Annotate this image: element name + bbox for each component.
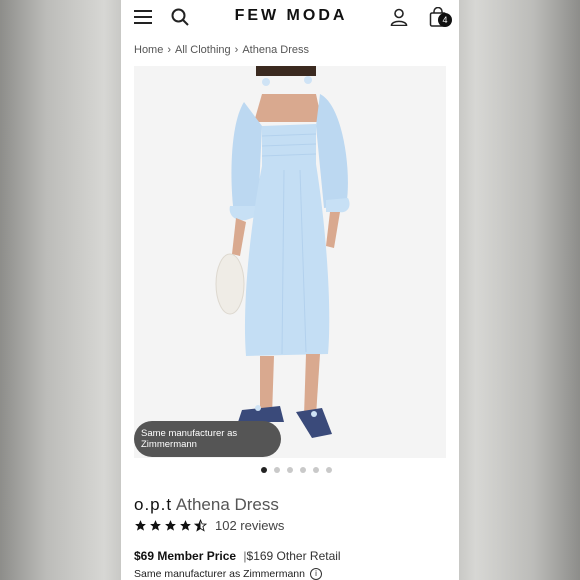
image-carousel-dots [121, 467, 459, 473]
breadcrumb-home[interactable]: Home [134, 44, 163, 56]
retail-price: $169 Other Retail [246, 549, 341, 563]
carousel-dot[interactable] [273, 467, 280, 473]
breadcrumb-current: Athena Dress [242, 44, 309, 56]
product-image[interactable] [134, 66, 446, 458]
product-name: Athena Dress [175, 495, 279, 514]
star-icon [135, 520, 146, 531]
chevron-right-icon: › [234, 44, 239, 56]
breadcrumb-all-clothing[interactable]: All Clothing [175, 44, 231, 56]
review-count[interactable]: 102 reviews [215, 518, 284, 533]
carousel-dot[interactable] [325, 467, 332, 473]
site-logo[interactable]: FEW MODA [216, 7, 366, 25]
manufacturer-note: Same manufacturer as Zimmermann i [134, 568, 322, 580]
price-row: $69 Member Price |$169 Other Retail [134, 549, 341, 563]
product-page: FEW MODA 4 Home › All Clothing › Athena … [121, 0, 459, 580]
carousel-dot[interactable] [260, 467, 267, 473]
carousel-dot[interactable] [286, 467, 293, 473]
search-icon[interactable] [168, 5, 192, 29]
product-brand[interactable]: o.p.t [134, 495, 172, 514]
member-price: $69 Member Price [134, 549, 237, 563]
half-star-icon [194, 519, 207, 532]
manufacturer-note-text: Same manufacturer as Zimmermann [134, 568, 305, 580]
model-wearing-dress-illustration [134, 66, 446, 458]
carousel-dot[interactable] [299, 467, 306, 473]
user-icon[interactable] [387, 5, 411, 29]
chevron-right-icon: › [167, 44, 172, 56]
rating-row[interactable]: 102 reviews [134, 518, 284, 533]
top-nav-bar: FEW MODA 4 [121, 0, 459, 34]
breadcrumb: Home › All Clothing › Athena Dress [134, 44, 309, 56]
product-title: o.p.t Athena Dress [134, 495, 279, 515]
cart-count-badge: 4 [438, 13, 452, 27]
carousel-dot[interactable] [312, 467, 319, 473]
star-icon [180, 520, 191, 531]
hamburger-menu-icon[interactable] [131, 5, 155, 29]
info-icon[interactable]: i [309, 568, 322, 580]
star-icon [165, 520, 176, 531]
star-icon [150, 520, 161, 531]
manufacturer-toast: Same manufacturer as Zimmermann [134, 421, 281, 457]
